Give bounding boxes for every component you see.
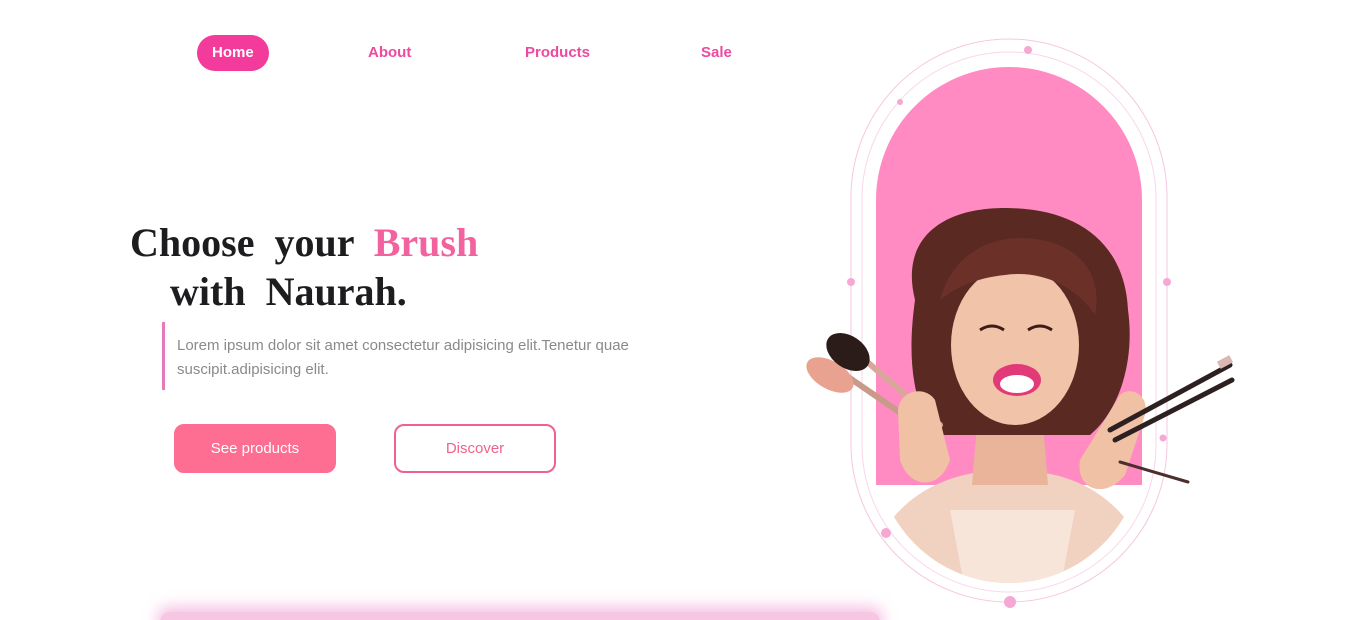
woman-with-makeup-brushes-illustration bbox=[806, 38, 1235, 608]
discover-button[interactable]: Discover bbox=[394, 424, 556, 473]
headline-accent: Brush bbox=[373, 220, 479, 265]
nav-item-sale[interactable]: Sale bbox=[701, 35, 732, 71]
nav-item-about[interactable]: About bbox=[368, 35, 411, 71]
nav-item-products[interactable]: Products bbox=[525, 35, 590, 71]
nav-item-home[interactable]: Home bbox=[197, 35, 269, 71]
hero-image bbox=[790, 30, 1260, 620]
headline-line2: with Naurah. bbox=[170, 269, 407, 314]
headline-part1: Choose your bbox=[130, 220, 354, 265]
hero-headline: Choose your Brush with Naurah. bbox=[130, 218, 690, 316]
main-nav: Home About Products Sale bbox=[197, 35, 797, 71]
see-products-button[interactable]: See products bbox=[174, 424, 336, 473]
hero-description: Lorem ipsum dolor sit amet consectetur a… bbox=[162, 322, 642, 390]
bottom-glow-divider bbox=[160, 612, 880, 620]
